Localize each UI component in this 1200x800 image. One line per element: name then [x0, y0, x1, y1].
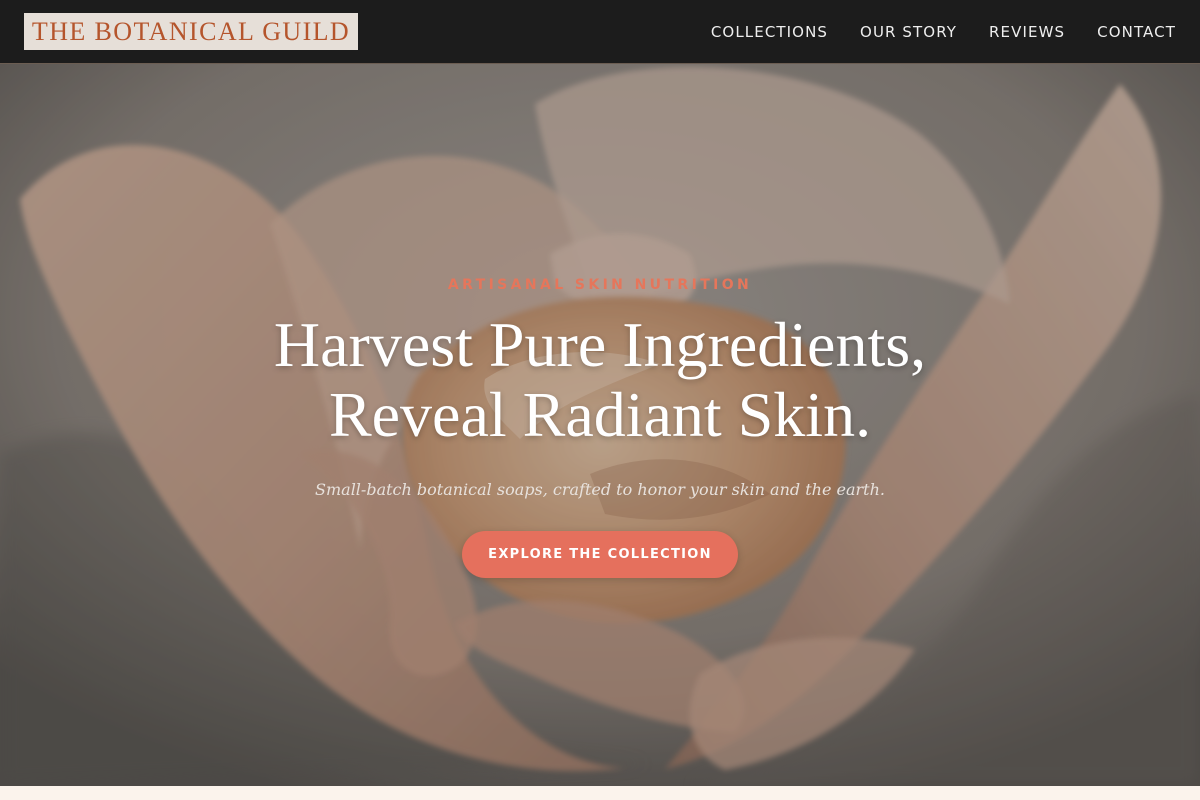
hero-headline-line-1: Harvest Pure Ingredients,	[273, 309, 927, 380]
hero-subtitle: Small-batch botanical soaps, crafted to …	[315, 480, 885, 499]
main-navigation: COLLECTIONS OUR STORY REVIEWS CONTACT	[679, 23, 1176, 41]
next-section-edge	[0, 786, 1200, 800]
nav-link-contact[interactable]: CONTACT	[1097, 23, 1176, 41]
nav-link-reviews[interactable]: REVIEWS	[989, 23, 1065, 41]
hero-headline-line-2: Reveal Radiant Skin.	[328, 379, 872, 450]
hero-content: ARTISANAL SKIN NUTRITION Harvest Pure In…	[0, 274, 1200, 578]
explore-collection-button[interactable]: EXPLORE THE COLLECTION	[462, 531, 738, 578]
site-logo[interactable]: THE BOTANICAL GUILD	[24, 13, 358, 50]
nav-link-our-story[interactable]: OUR STORY	[860, 23, 957, 41]
site-header: THE BOTANICAL GUILD COLLECTIONS OUR STOR…	[0, 0, 1200, 64]
hero-eyebrow: ARTISANAL SKIN NUTRITION	[447, 277, 753, 293]
hero-section: ARTISANAL SKIN NUTRITION Harvest Pure In…	[0, 64, 1200, 786]
hero-headline: Harvest Pure Ingredients, Reveal Radiant…	[150, 310, 1050, 450]
nav-link-collections[interactable]: COLLECTIONS	[711, 23, 828, 41]
